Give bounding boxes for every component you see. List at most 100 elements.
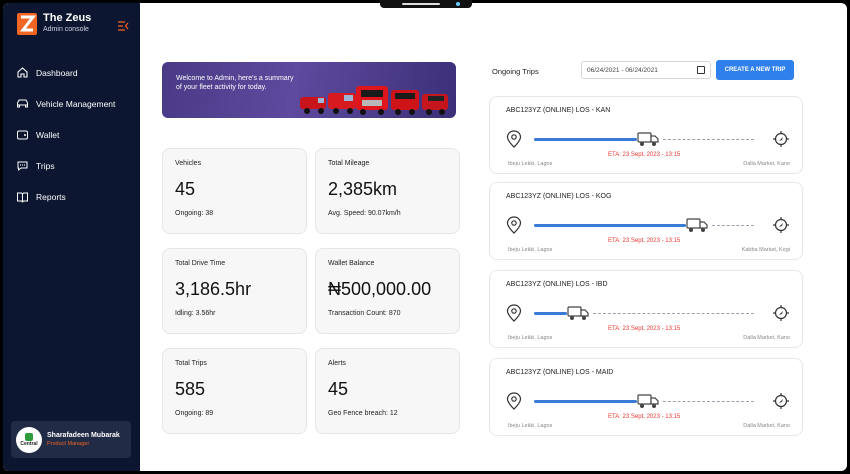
create-new-trip-button[interactable]: CREATE A NEW TRIP — [716, 60, 794, 80]
stat-value: 45 — [175, 179, 196, 199]
trip-eta: ETA: 23 Sept, 2023 - 13:15 — [608, 326, 681, 332]
banner-text: Welcome to Admin, here's a summary of yo… — [176, 75, 294, 91]
truck-icon — [686, 216, 708, 239]
truck-icon — [637, 392, 659, 415]
stat-label: Total Drive Time — [175, 260, 226, 267]
location-pin-icon — [506, 216, 522, 239]
sidebar-item-reports[interactable]: Reports — [16, 181, 115, 212]
truck-fleet-image — [300, 86, 448, 115]
stat-sub: Idling: 3.56hr — [175, 310, 216, 317]
trip-remaining-route — [663, 401, 754, 402]
date-range-picker[interactable]: 06/24/2021 - 06/24/2021 — [581, 61, 711, 79]
trip-progress-bar — [534, 400, 638, 403]
stat-sub: Transaction Count: 870 — [328, 310, 401, 317]
stat-value: 3,186.5hr — [175, 279, 252, 299]
trip-eta: ETA: 23 Sept, 2023 - 13:15 — [608, 414, 681, 420]
stat-sub: Geo Fence breach: 12 — [328, 410, 398, 417]
stat-label: Wallet Balance — [328, 260, 375, 267]
trip-title: ABC123YZ (ONLINE) LOS - IBD — [506, 281, 608, 288]
app-window: The Zeus Admin console Dashboard Vehicle… — [3, 3, 847, 471]
book-icon — [16, 190, 29, 203]
stat-card-alerts: Alerts 45 Geo Fence breach: 12 — [315, 348, 460, 434]
avatar: Central — [16, 426, 42, 453]
calendar-icon[interactable] — [697, 66, 705, 74]
user-name: Sharafadeen Mubarak — [47, 432, 120, 439]
stat-value: 45 — [328, 379, 349, 399]
trip-progress-bar — [534, 312, 567, 315]
truck-icon — [567, 304, 589, 327]
zeus-logo-icon — [17, 12, 37, 35]
trip-remaining-route — [663, 139, 754, 140]
welcome-banner: Welcome to Admin, here's a summary of yo… — [162, 62, 456, 118]
sidebar-item-label: Reports — [36, 191, 66, 202]
stat-card-drive-time: Total Drive Time 3,186.5hr Idling: 3.56h… — [162, 248, 307, 334]
stat-value: 2,385km — [328, 179, 398, 199]
trip-origin: Ibeju Lekki, Lagos — [508, 161, 553, 167]
stat-label: Alerts — [328, 360, 346, 367]
sidebar-nav: Dashboard Vehicle Management Wallet Trip… — [16, 57, 115, 212]
stat-card-wallet-balance: Wallet Balance ₦500,000.00 Transaction C… — [315, 248, 460, 334]
trip-title: ABC123YZ (ONLINE) LOS - KOG — [506, 193, 612, 200]
brand: The Zeus Admin console — [17, 12, 91, 35]
brand-subtitle: Admin console — [43, 26, 89, 33]
trip-destination: Dalla Market, Kano — [743, 335, 790, 341]
destination-target-icon — [772, 304, 790, 327]
stat-card-vehicles: Vehicles 45 Ongoing: 38 — [162, 148, 307, 234]
trip-remaining-route — [711, 225, 754, 226]
date-range-value: 06/24/2021 - 06/24/2021 — [587, 67, 658, 74]
car-icon — [16, 97, 29, 110]
stat-label: Total Trips — [175, 360, 207, 367]
wallet-icon — [16, 128, 29, 141]
avatar-text: Central — [20, 440, 38, 447]
sidebar-item-label: Trips — [36, 160, 55, 171]
trip-card[interactable]: ABC123YZ (ONLINE) LOS - MAID ETA: 23 Sep… — [489, 358, 803, 436]
trip-destination: Dalla Market, Kano — [743, 423, 790, 429]
trip-origin: Ibeju Lekki, Lagos — [508, 247, 553, 253]
avatar-logo-icon — [25, 432, 33, 441]
stat-value: ₦500,000.00 — [328, 279, 432, 299]
trip-progress-bar — [534, 138, 638, 141]
location-pin-icon — [506, 130, 522, 153]
trip-title: ABC123YZ (ONLINE) LOS - KAN — [506, 107, 611, 114]
location-pin-icon — [506, 392, 522, 415]
destination-target-icon — [772, 130, 790, 153]
trip-card[interactable]: ABC123YZ (ONLINE) LOS - KAN ETA: 23 Sept… — [489, 96, 803, 174]
sidebar-item-trips[interactable]: Trips — [16, 150, 115, 181]
sidebar-item-label: Vehicle Management — [36, 98, 116, 109]
trip-progress-bar — [534, 224, 686, 227]
user-role: Product Manager — [47, 441, 90, 447]
stat-label: Vehicles — [175, 160, 202, 167]
camera-notch — [380, 0, 472, 8]
sidebar: The Zeus Admin console Dashboard Vehicle… — [3, 3, 140, 471]
stat-sub: Ongoing: 38 — [175, 210, 214, 217]
destination-target-icon — [772, 216, 790, 239]
stat-label: Total Mileage — [328, 160, 370, 167]
sidebar-item-dashboard[interactable]: Dashboard — [16, 57, 115, 88]
trip-eta: ETA: 23 Sept, 2023 - 13:15 — [608, 238, 681, 244]
home-icon — [16, 66, 29, 79]
stat-card-mileage: Total Mileage 2,385km Avg. Speed: 90.07k… — [315, 148, 460, 234]
sidebar-item-vehicle-management[interactable]: Vehicle Management — [16, 88, 115, 119]
sidebar-item-label: Wallet — [36, 129, 60, 140]
ongoing-trips-title: Ongoing Trips — [492, 67, 539, 76]
destination-target-icon — [772, 392, 790, 415]
trip-destination: Dalla Market, Kano — [743, 161, 790, 167]
stat-card-trips: Total Trips 585 Ongoing: 89 — [162, 348, 307, 434]
trip-card[interactable]: ABC123YZ (ONLINE) LOS - KOG ETA: 23 Sept… — [489, 182, 803, 260]
user-profile-card[interactable]: Central Sharafadeen Mubarak Product Mana… — [11, 421, 131, 458]
trip-remaining-route — [593, 313, 754, 314]
location-pin-icon — [506, 304, 522, 327]
trip-eta: ETA: 23 Sept, 2023 - 13:15 — [608, 152, 681, 158]
collapse-sidebar-icon[interactable] — [117, 18, 129, 31]
chat-icon — [16, 159, 29, 172]
trip-destination: Kabba Market, Kogi — [741, 247, 790, 253]
brand-title: The Zeus — [43, 12, 92, 24]
stat-sub: Ongoing: 89 — [175, 410, 214, 417]
stat-sub: Avg. Speed: 90.07km/h — [328, 210, 401, 217]
stat-value: 585 — [175, 379, 206, 399]
trip-origin: Ibeju Lekki, Lagos — [508, 335, 553, 341]
trip-origin: Ibeju Lekki, Lagos — [508, 423, 553, 429]
truck-icon — [637, 130, 659, 153]
trip-card[interactable]: ABC123YZ (ONLINE) LOS - IBD ETA: 23 Sept… — [489, 270, 803, 348]
sidebar-item-wallet[interactable]: Wallet — [16, 119, 115, 150]
